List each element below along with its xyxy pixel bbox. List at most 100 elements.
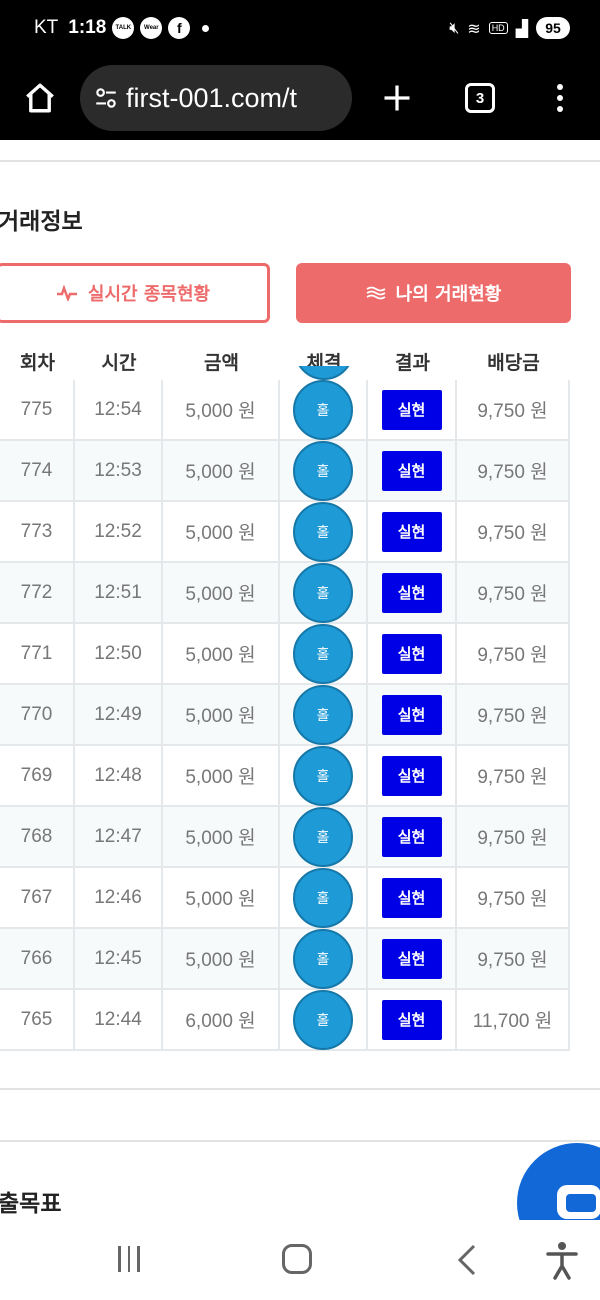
- column-header: 시간: [101, 351, 137, 374]
- recent-apps-icon[interactable]: [114, 1246, 144, 1274]
- column-header: 금액: [204, 351, 239, 374]
- divider: [0, 1088, 600, 1090]
- battery-icon: 95: [536, 17, 570, 39]
- round-cell: 774: [0, 441, 75, 500]
- time-cell: 12:54: [75, 380, 163, 439]
- fill-circle: 홀: [293, 928, 353, 989]
- amount-cell: 5,000 원: [163, 624, 280, 683]
- result-badge: 실현: [381, 572, 442, 613]
- site-settings-button[interactable]: [92, 84, 120, 112]
- table-row[interactable]: 767 12:46 5,000 원 홀 실현 9,750 원: [0, 867, 570, 929]
- amount-cell: 5,000 원: [163, 929, 280, 988]
- table-row[interactable]: 770 12:49 5,000 원 홀 실현 9,750 원: [0, 684, 570, 746]
- amount-cell: 5,000 원: [163, 807, 280, 866]
- time-cell: 12:47: [75, 807, 163, 866]
- time-cell: 12:51: [75, 563, 163, 622]
- column-header: 회차: [20, 351, 55, 374]
- payout-cell: 9,750 원: [457, 502, 570, 561]
- round-cell: 769: [0, 746, 75, 805]
- more-vert-icon[interactable]: [540, 68, 580, 128]
- table-row[interactable]: 774 12:53 5,000 원 홀 실현 9,750 원: [0, 440, 570, 502]
- accessibility-icon[interactable]: [544, 1240, 580, 1280]
- round-cell: 772: [0, 563, 75, 622]
- fill-circle: 홀: [293, 501, 353, 562]
- trade-table[interactable]: 775 12:54 5,000 원 홀 실현 9,750 원 774 12:53 5,000 원…: [0, 380, 570, 1051]
- table-row[interactable]: 771 12:50 5,000 원 홀 실현 9,750 원: [0, 623, 570, 685]
- tab-count: 3: [465, 83, 495, 113]
- result-cell: 실현: [368, 990, 457, 1049]
- carrier: KT: [34, 17, 59, 38]
- result-badge: 실현: [381, 877, 442, 918]
- divider: [0, 1140, 600, 1142]
- status-bar: KT 1:18 TALK Wear f 🔇︎ ≋ HD ▟ 95: [0, 0, 600, 56]
- result-badge: 실현: [381, 450, 442, 491]
- round-cell: 767: [0, 868, 75, 927]
- table-row[interactable]: 773 12:52 5,000 원 홀 실현 9,750 원: [0, 501, 570, 563]
- amount-cell: 5,000 원: [163, 868, 280, 927]
- my-trades-button[interactable]: 나의 거래현황: [296, 263, 571, 323]
- payout-cell: 9,750 원: [457, 746, 570, 805]
- fill-circle: 홀: [293, 989, 353, 1050]
- wear-icon: Wear: [140, 17, 163, 39]
- tab-switcher-button[interactable]: 3: [458, 68, 502, 128]
- payout-cell: 9,750 원: [457, 929, 570, 988]
- result-badge: 실현: [381, 633, 442, 674]
- fill-circle: 홀: [293, 745, 353, 806]
- wifi-icon: ≋: [467, 18, 481, 38]
- time-cell: 12:46: [75, 868, 163, 927]
- amount-cell: 5,000 원: [163, 502, 280, 561]
- my-trades-label: 나의 거래현황: [395, 284, 502, 305]
- waves-icon: [366, 286, 386, 300]
- fill-circle: 홀: [293, 562, 353, 623]
- result-cell: 실현: [368, 563, 457, 622]
- fill-cell: 홀: [280, 806, 368, 867]
- fill-cell: 홀: [280, 562, 368, 623]
- table-row[interactable]: 769 12:48 5,000 원 홀 실현 9,750 원: [0, 745, 570, 807]
- mute-icon: 🔇︎: [449, 18, 460, 37]
- payout-cell: 11,700 원: [457, 990, 570, 1049]
- time-cell: 12:44: [75, 990, 163, 1049]
- time-cell: 12:53: [75, 441, 163, 500]
- divider: [0, 160, 600, 162]
- column-header: 결과: [395, 351, 430, 374]
- result-badge: 실현: [381, 389, 442, 430]
- payout-cell: 9,750 원: [457, 563, 570, 622]
- time-cell: 12:48: [75, 746, 163, 805]
- payout-cell: 9,750 원: [457, 685, 570, 744]
- result-cell: 실현: [368, 807, 457, 866]
- result-badge: 실현: [381, 816, 442, 857]
- amount-cell: 5,000 원: [163, 380, 280, 439]
- result-cell: 실현: [368, 685, 457, 744]
- result-cell: 실현: [368, 868, 457, 927]
- table-row[interactable]: 766 12:45 5,000 원 홀 실현 9,750 원: [0, 928, 570, 990]
- nav-home-icon[interactable]: [282, 1244, 312, 1274]
- page-content: 거래정보 실시간 종목현황 나의 거래현황 회차 시간 금액 체결 결과 배당금…: [0, 140, 600, 1220]
- address-bar[interactable]: first-001.com/t: [80, 65, 352, 131]
- status-icons: 🔇︎ ≋ HD ▟ 95: [449, 17, 570, 39]
- home-button[interactable]: [0, 56, 80, 140]
- fill-cell: 홀: [280, 867, 368, 928]
- table-row[interactable]: 765 12:44 6,000 원 홀 실현 11,700 원: [0, 989, 570, 1051]
- table-row[interactable]: 775 12:54 5,000 원 홀 실현 9,750 원: [0, 380, 570, 441]
- result-badge: 실현: [381, 694, 442, 735]
- new-tab-button[interactable]: [372, 68, 422, 128]
- result-cell: 실현: [368, 502, 457, 561]
- back-icon[interactable]: [452, 1242, 482, 1278]
- round-cell: 766: [0, 929, 75, 988]
- plus-icon: [384, 85, 410, 111]
- table-row[interactable]: 772 12:51 5,000 원 홀 실현 9,750 원: [0, 562, 570, 624]
- fill-cell: 홀: [280, 989, 368, 1050]
- round-cell: 773: [0, 502, 75, 561]
- result-badge: 실현: [381, 999, 442, 1040]
- fill-cell: 홀: [280, 440, 368, 501]
- fill-cell: 홀: [280, 501, 368, 562]
- amount-cell: 5,000 원: [163, 685, 280, 744]
- section-title-2: 출목표: [0, 1191, 62, 1217]
- live-status-button[interactable]: 실시간 종목현황: [0, 263, 270, 323]
- table-row[interactable]: 768 12:47 5,000 원 홀 실현 9,750 원: [0, 806, 570, 868]
- fill-circle: 홀: [293, 440, 353, 501]
- result-cell: 실현: [368, 624, 457, 683]
- chat-button[interactable]: [517, 1143, 600, 1220]
- result-badge: 실현: [381, 938, 442, 979]
- amount-cell: 5,000 원: [163, 563, 280, 622]
